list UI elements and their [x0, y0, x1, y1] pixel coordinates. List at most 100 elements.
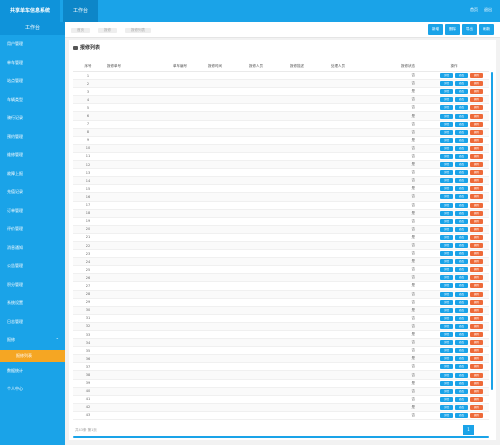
- detail-button[interactable]: 详情: [440, 186, 453, 192]
- edit-button[interactable]: 修改: [455, 145, 468, 151]
- edit-button[interactable]: 修改: [455, 186, 468, 192]
- detail-button[interactable]: 详情: [440, 145, 453, 151]
- edit-button[interactable]: 修改: [455, 202, 468, 208]
- edit-button[interactable]: 修改: [455, 323, 468, 329]
- edit-button[interactable]: 修改: [455, 251, 468, 257]
- delete-row-button[interactable]: 删除: [470, 97, 483, 103]
- edit-button[interactable]: 修改: [455, 275, 468, 281]
- detail-button[interactable]: 详情: [440, 348, 453, 354]
- sidebar-subitem-repair-list[interactable]: 报修列表: [0, 349, 65, 362]
- edit-button[interactable]: 修改: [455, 267, 468, 273]
- sidebar-item[interactable]: 系统设置: [0, 294, 65, 313]
- page-button[interactable]: 1: [463, 425, 474, 435]
- edit-button[interactable]: 修改: [455, 388, 468, 394]
- sidebar-item[interactable]: 站点管理: [0, 72, 65, 91]
- delete-row-button[interactable]: 删除: [470, 412, 483, 418]
- export-button[interactable]: 导出: [462, 24, 477, 35]
- refresh-button[interactable]: 刷新: [479, 24, 494, 35]
- delete-row-button[interactable]: 删除: [470, 332, 483, 338]
- breadcrumb-item[interactable]: 报修: [98, 28, 117, 33]
- detail-button[interactable]: 详情: [440, 73, 453, 79]
- delete-row-button[interactable]: 删除: [470, 404, 483, 410]
- detail-button[interactable]: 详情: [440, 332, 453, 338]
- detail-button[interactable]: 详情: [440, 307, 453, 313]
- edit-button[interactable]: 修改: [455, 364, 468, 370]
- edit-button[interactable]: 修改: [455, 105, 468, 111]
- delete-row-button[interactable]: 删除: [470, 121, 483, 127]
- edit-button[interactable]: 修改: [455, 332, 468, 338]
- detail-button[interactable]: 详情: [440, 315, 453, 321]
- delete-row-button[interactable]: 删除: [470, 202, 483, 208]
- delete-row-button[interactable]: 删除: [470, 218, 483, 224]
- delete-row-button[interactable]: 删除: [470, 299, 483, 305]
- sidebar-item[interactable]: 预约管理: [0, 128, 65, 147]
- edit-button[interactable]: 修改: [455, 81, 468, 87]
- detail-button[interactable]: 详情: [440, 396, 453, 402]
- edit-button[interactable]: 修改: [455, 283, 468, 289]
- detail-button[interactable]: 详情: [440, 388, 453, 394]
- detail-button[interactable]: 详情: [440, 105, 453, 111]
- delete-row-button[interactable]: 删除: [470, 170, 483, 176]
- detail-button[interactable]: 详情: [440, 170, 453, 176]
- detail-button[interactable]: 详情: [440, 113, 453, 119]
- detail-button[interactable]: 详情: [440, 226, 453, 232]
- delete-row-button[interactable]: 删除: [470, 186, 483, 192]
- detail-button[interactable]: 详情: [440, 129, 453, 135]
- delete-row-button[interactable]: 删除: [470, 162, 483, 168]
- detail-button[interactable]: 详情: [440, 356, 453, 362]
- sidebar-item[interactable]: 订单管理: [0, 202, 65, 221]
- edit-button[interactable]: 修改: [455, 73, 468, 79]
- edit-button[interactable]: 修改: [455, 243, 468, 249]
- add-button[interactable]: 新增: [428, 24, 443, 35]
- delete-button[interactable]: 删除: [445, 24, 460, 35]
- breadcrumb-item[interactable]: 首页: [71, 28, 90, 33]
- delete-row-button[interactable]: 删除: [470, 113, 483, 119]
- detail-button[interactable]: 详情: [440, 89, 453, 95]
- delete-row-button[interactable]: 删除: [470, 259, 483, 265]
- edit-button[interactable]: 修改: [455, 348, 468, 354]
- detail-button[interactable]: 详情: [440, 178, 453, 184]
- delete-row-button[interactable]: 删除: [470, 105, 483, 111]
- edit-button[interactable]: 修改: [455, 121, 468, 127]
- sidebar-item[interactable]: 积分管理: [0, 276, 65, 295]
- delete-row-button[interactable]: 删除: [470, 153, 483, 159]
- delete-row-button[interactable]: 删除: [470, 275, 483, 281]
- edit-button[interactable]: 修改: [455, 226, 468, 232]
- edit-button[interactable]: 修改: [455, 396, 468, 402]
- logout-link[interactable]: 退出: [484, 7, 492, 13]
- delete-row-button[interactable]: 删除: [470, 145, 483, 151]
- delete-row-button[interactable]: 删除: [470, 267, 483, 273]
- vertical-scrollbar[interactable]: [491, 72, 493, 390]
- delete-row-button[interactable]: 删除: [470, 73, 483, 79]
- detail-button[interactable]: 详情: [440, 234, 453, 240]
- edit-button[interactable]: 修改: [455, 218, 468, 224]
- sidebar-item[interactable]: 充值记录: [0, 183, 65, 202]
- edit-button[interactable]: 修改: [455, 299, 468, 305]
- delete-row-button[interactable]: 删除: [470, 315, 483, 321]
- delete-row-button[interactable]: 删除: [470, 234, 483, 240]
- edit-button[interactable]: 修改: [455, 291, 468, 297]
- delete-row-button[interactable]: 删除: [470, 81, 483, 87]
- sidebar-item[interactable]: 骑行记录: [0, 109, 65, 128]
- detail-button[interactable]: 详情: [440, 97, 453, 103]
- edit-button[interactable]: 修改: [455, 404, 468, 410]
- delete-row-button[interactable]: 删除: [470, 323, 483, 329]
- edit-button[interactable]: 修改: [455, 210, 468, 216]
- delete-row-button[interactable]: 删除: [470, 243, 483, 249]
- detail-button[interactable]: 详情: [440, 194, 453, 200]
- edit-button[interactable]: 修改: [455, 194, 468, 200]
- edit-button[interactable]: 修改: [455, 162, 468, 168]
- edit-button[interactable]: 修改: [455, 129, 468, 135]
- edit-button[interactable]: 修改: [455, 113, 468, 119]
- edit-button[interactable]: 修改: [455, 315, 468, 321]
- detail-button[interactable]: 详情: [440, 259, 453, 265]
- delete-row-button[interactable]: 删除: [470, 129, 483, 135]
- edit-button[interactable]: 修改: [455, 89, 468, 95]
- edit-button[interactable]: 修改: [455, 170, 468, 176]
- sidebar-item[interactable]: 评价管理: [0, 220, 65, 239]
- delete-row-button[interactable]: 删除: [470, 194, 483, 200]
- detail-button[interactable]: 详情: [440, 202, 453, 208]
- detail-button[interactable]: 详情: [440, 121, 453, 127]
- sidebar-item[interactable]: 消息通知: [0, 239, 65, 258]
- detail-button[interactable]: 详情: [440, 299, 453, 305]
